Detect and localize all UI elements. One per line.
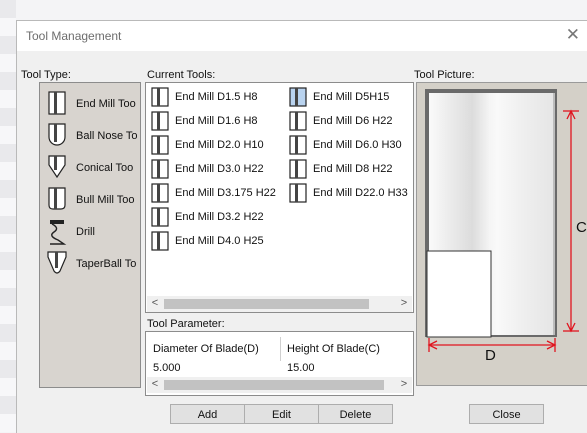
tool-diagram (425, 89, 579, 352)
window-title: Tool Management (26, 29, 122, 43)
tool-list-item-label: End Mill D5H15 (313, 91, 390, 103)
param-horizontal-scrollbar[interactable]: < > (147, 377, 412, 393)
scroll-left-icon[interactable]: < (148, 297, 162, 309)
current-tools-list[interactable]: End Mill D1.5 H8 End Mill D1.6 H8 End Mill… (145, 82, 414, 313)
param-column-header: Height Of Blade(C) (287, 343, 380, 355)
tool-list-item-label: End Mill D2.0 H10 (175, 139, 264, 151)
tool-picture-panel: C D (416, 82, 587, 386)
scroll-right-icon[interactable]: > (397, 378, 411, 390)
scroll-right-icon[interactable]: > (397, 297, 411, 309)
end-mill-icon (151, 207, 169, 227)
tool-type-label-text: Drill (76, 226, 95, 238)
end-mill-icon (48, 91, 66, 115)
scroll-left-icon[interactable]: < (148, 378, 162, 390)
close-button[interactable]: Close (469, 404, 544, 424)
tool-list-item-label: End Mill D3.2 H22 (175, 211, 264, 223)
tool-list-item-label: End Mill D6 H22 (313, 115, 393, 127)
tool-type-label-text: TaperBall To (76, 258, 137, 270)
end-mill-icon (289, 183, 307, 203)
end-mill-icon (289, 111, 307, 131)
delete-button[interactable]: Delete (318, 404, 393, 424)
tool-type-label-text: End Mill Too (76, 98, 136, 110)
tool-type-list[interactable]: End Mill Too Ball Nose To Conical Too Bu… (39, 82, 141, 388)
end-mill-icon (151, 87, 169, 107)
drill-icon (50, 220, 67, 245)
dimension-c-label: C (576, 219, 587, 236)
tools-horizontal-scrollbar[interactable]: < > (147, 296, 412, 312)
column-divider (280, 337, 281, 361)
bull-mill-icon (48, 187, 66, 210)
end-mill-icon (151, 135, 169, 155)
title-bar: Tool Management ✕ (17, 21, 587, 51)
background-stripes (0, 0, 16, 432)
tool-type-label-text: Conical Too (76, 162, 134, 174)
end-mill-icon (151, 183, 169, 203)
tool-list-item-label: End Mill D3.175 H22 (175, 187, 276, 199)
taper-ball-icon (47, 251, 67, 274)
dimension-d-label: D (485, 347, 496, 364)
end-mill-icon (289, 135, 307, 155)
tool-type-label: Tool Type: (21, 69, 71, 81)
tool-list-item-label: End Mill D8 H22 (313, 163, 393, 175)
end-mill-icon (289, 87, 307, 107)
end-mill-icon (289, 159, 307, 179)
tool-list-item-label: End Mill D1.6 H8 (175, 115, 258, 127)
tool-management-dialog: Tool Management ✕ Tool Type: End Mill To… (16, 20, 587, 433)
end-mill-icon (151, 111, 169, 131)
tool-picture-label: Tool Picture: (414, 69, 475, 81)
tool-type-label-text: Bull Mill Too (76, 194, 135, 206)
tool-list-item-label: End Mill D22.0 H33 (313, 187, 408, 199)
add-button[interactable]: Add (170, 404, 245, 424)
scroll-thumb[interactable] (164, 380, 384, 390)
tool-parameter-label: Tool Parameter: (147, 318, 225, 330)
height-value: 15.00 (287, 362, 315, 374)
diameter-value: 5.000 (153, 362, 181, 374)
tool-type-label-text: Ball Nose To (76, 130, 138, 142)
edit-button[interactable]: Edit (244, 404, 319, 424)
end-mill-icon (151, 159, 169, 179)
tool-parameter-grid[interactable]: Diameter Of Blade(D) Height Of Blade(C) … (145, 331, 414, 396)
tool-list-item-label: End Mill D1.5 H8 (175, 91, 258, 103)
param-column-header: Diameter Of Blade(D) (153, 343, 259, 355)
ball-nose-icon (48, 123, 66, 146)
scroll-thumb[interactable] (164, 299, 369, 309)
conical-icon (48, 155, 66, 179)
current-tools-label: Current Tools: (147, 69, 216, 81)
close-icon[interactable]: ✕ (566, 25, 580, 45)
tool-list-item-label: End Mill D6.0 H30 (313, 139, 402, 151)
tool-list-item-label: End Mill D4.0 H25 (175, 235, 264, 247)
end-mill-icon (151, 231, 169, 251)
tool-list-item-label: End Mill D3.0 H22 (175, 163, 264, 175)
